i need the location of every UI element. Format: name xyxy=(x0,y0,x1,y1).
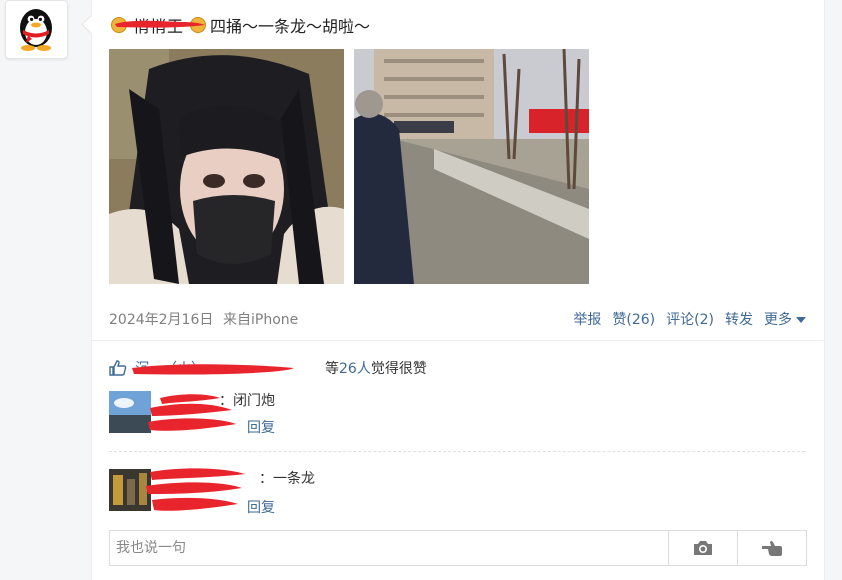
coin-icon xyxy=(190,17,207,33)
coin-icon xyxy=(111,17,127,33)
likes-suffix: 觉得很赞 xyxy=(370,361,427,377)
gesture-button[interactable] xyxy=(737,531,806,565)
chevron-down-icon xyxy=(796,317,806,323)
user-avatar[interactable] xyxy=(5,0,68,59)
qq-penguin-icon xyxy=(20,9,52,51)
likes-prefix: 等 xyxy=(325,361,339,377)
comment-divider xyxy=(109,451,805,452)
camera-icon xyxy=(694,541,712,555)
report-link[interactable]: 举报 xyxy=(573,309,601,329)
comment-item: ：一条龙 回复 xyxy=(109,467,805,517)
comment-input[interactable] xyxy=(110,531,668,565)
post-text: 四捅～一条龙～胡啦～ xyxy=(210,17,371,36)
thumbs-up-icon xyxy=(109,360,127,376)
commenter-avatar[interactable] xyxy=(109,469,151,511)
likers-names[interactable]: 沉…（火） xyxy=(135,358,325,378)
more-link[interactable]: 更多 xyxy=(764,309,806,329)
comment-input-bar xyxy=(109,530,807,566)
post-photo-selfie[interactable] xyxy=(109,49,344,284)
post-actions: 举报 赞(26) 评论(2) 转发 更多 xyxy=(573,309,806,329)
forward-link[interactable]: 转发 xyxy=(725,309,753,329)
gesture-icon xyxy=(762,541,782,556)
author-nickname[interactable]: 悄悄王 xyxy=(133,13,184,37)
photo-button[interactable] xyxy=(668,531,737,565)
post-date: 2024年2月16日 xyxy=(109,312,214,328)
like-link[interactable]: 赞(26) xyxy=(612,309,655,329)
post-header: 悄悄王 四捅～一条龙～胡啦～ xyxy=(111,13,370,37)
divider xyxy=(91,340,823,341)
comment-text: ：一条龙 xyxy=(259,471,315,487)
reply-link[interactable]: 回复 xyxy=(247,417,275,437)
likes-summary: 沉…（火） 等 26人 觉得很赞 xyxy=(109,358,427,378)
comment-item: ：闭门炮 回复 xyxy=(109,390,805,437)
comment-link[interactable]: 评论(2) xyxy=(666,309,714,329)
reply-link[interactable]: 回复 xyxy=(247,497,275,517)
post-photo-queue[interactable] xyxy=(354,49,589,284)
commenter-avatar[interactable] xyxy=(109,391,151,433)
likes-count[interactable]: 26人 xyxy=(339,358,371,378)
comment-text: ：闭门炮 xyxy=(219,393,275,409)
more-label: 更多 xyxy=(764,312,792,328)
post-source: 来自iPhone xyxy=(223,312,299,328)
